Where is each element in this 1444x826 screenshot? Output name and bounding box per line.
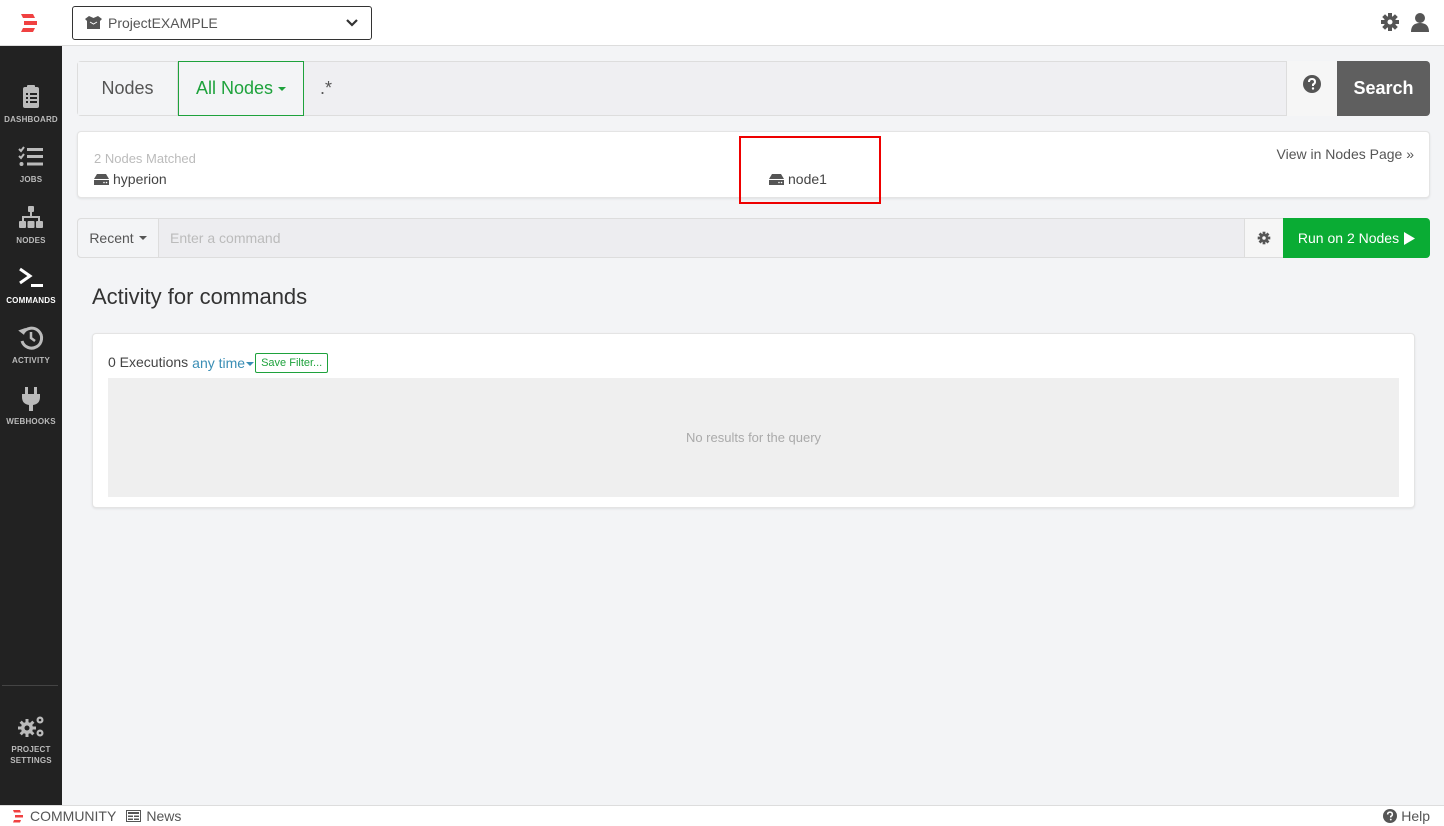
- terminal-icon: [19, 267, 43, 287]
- matched-nodes-panel: 2 Nodes Matched hyperion node1 View in N…: [77, 131, 1430, 198]
- sidebar-item-project-settings[interactable]: PROJECT SETTINGS: [0, 714, 62, 766]
- play-icon: [1404, 231, 1416, 245]
- caret-down-icon: [138, 236, 147, 240]
- news-link[interactable]: News: [126, 808, 181, 824]
- time-filter-label: any time: [192, 355, 246, 371]
- caret-down-icon: [246, 362, 255, 367]
- all-nodes-dropdown[interactable]: All Nodes: [178, 61, 304, 116]
- sidebar-item-jobs[interactable]: JOBS: [0, 144, 62, 185]
- sidebar-item-label: DASHBOARD: [4, 115, 58, 124]
- recent-commands-dropdown[interactable]: Recent: [78, 219, 159, 257]
- command-options-button[interactable]: [1244, 219, 1283, 257]
- node-name: hyperion: [113, 171, 167, 187]
- box-open-icon: [85, 16, 102, 29]
- footer: COMMUNITY News Help: [0, 805, 1444, 826]
- sidebar-item-label: WEBHOOKS: [6, 417, 56, 426]
- sidebar-item-label: ACTIVITY: [11, 356, 51, 365]
- node-filter-input[interactable]: [304, 62, 1286, 115]
- sidebar: DASHBOARD JOBS NODES COMMANDS ACTIVITY W…: [0, 46, 62, 805]
- run-button-label: Run on 2 Nodes: [1297, 230, 1400, 246]
- empty-results-text: No results for the query: [685, 430, 822, 445]
- sidebar-item-webhooks[interactable]: WEBHOOKS: [0, 386, 62, 427]
- nodes-matched-count: 2 Nodes Matched: [94, 151, 196, 166]
- sidebar-item-label: NODES: [16, 236, 46, 245]
- hdd-icon: [94, 173, 109, 185]
- clipboard-icon: [23, 85, 39, 108]
- sidebar-item-activity[interactable]: ACTIVITY: [0, 325, 62, 366]
- user-icon[interactable]: [1410, 12, 1430, 32]
- node-item-node1[interactable]: node1: [769, 171, 827, 187]
- task-list-icon: [18, 146, 43, 166]
- run-button[interactable]: Run on 2 Nodes: [1283, 218, 1430, 258]
- command-bar: Recent Run on 2 Nodes: [77, 218, 1430, 258]
- newspaper-icon: [126, 810, 142, 822]
- recent-label: Recent: [89, 230, 134, 246]
- sidebar-item-label: JOBS: [19, 175, 43, 184]
- project-name: ProjectEXAMPLE: [108, 15, 218, 31]
- gear-icon: [1257, 231, 1271, 245]
- save-filter-button[interactable]: Save Filter...: [255, 353, 329, 373]
- activity-title: Activity for commands: [92, 284, 308, 309]
- history-icon: [18, 326, 44, 350]
- node-item-hyperion[interactable]: hyperion: [94, 171, 167, 187]
- chevron-down-icon: [346, 19, 358, 27]
- results-area: No results for the query: [108, 378, 1399, 497]
- command-input[interactable]: [159, 219, 1244, 257]
- news-label: News: [146, 808, 182, 824]
- question-circle-icon: [1383, 809, 1398, 823]
- executions-count: 0 Executions: [108, 353, 189, 370]
- community-link[interactable]: COMMUNITY: [12, 808, 116, 824]
- sidebar-item-commands[interactable]: COMMANDS: [0, 265, 62, 306]
- search-button[interactable]: Search: [1337, 61, 1430, 116]
- gear-icon[interactable]: [1380, 12, 1400, 32]
- rundeck-logo-icon: [13, 810, 23, 823]
- sitemap-icon: [19, 206, 43, 228]
- time-filter-dropdown[interactable]: any time: [192, 355, 255, 371]
- caret-down-icon: [278, 86, 287, 91]
- gears-icon: [18, 716, 44, 737]
- node-filter-bar: Nodes All Nodes Search: [77, 61, 1430, 116]
- project-selector[interactable]: ProjectEXAMPLE: [72, 6, 372, 40]
- view-in-nodes-page-link[interactable]: View in Nodes Page »: [1277, 146, 1415, 162]
- hdd-icon: [769, 173, 784, 185]
- sidebar-divider: [2, 685, 58, 686]
- nodes-label: Nodes: [78, 62, 178, 115]
- activity-panel: 0 Executions any time Save Filter... No …: [92, 333, 1415, 508]
- rundeck-logo-icon[interactable]: [20, 13, 40, 33]
- all-nodes-label: All Nodes: [195, 78, 274, 98]
- help-link[interactable]: Help: [1383, 808, 1430, 824]
- sidebar-item-label: COMMANDS: [6, 296, 56, 305]
- project-settings-label-line2: SETTINGS: [10, 756, 52, 765]
- filter-help-button[interactable]: [1286, 61, 1337, 116]
- help-label: Help: [1401, 808, 1430, 824]
- plug-icon: [22, 387, 40, 411]
- sidebar-item-nodes[interactable]: NODES: [0, 205, 62, 246]
- sidebar-item-dashboard[interactable]: DASHBOARD: [0, 84, 62, 125]
- question-circle-icon: [1303, 75, 1321, 93]
- node-name: node1: [788, 171, 827, 187]
- project-settings-label-line1: PROJECT: [11, 745, 51, 754]
- top-bar: ProjectEXAMPLE: [0, 0, 1444, 46]
- community-label: COMMUNITY: [30, 808, 117, 824]
